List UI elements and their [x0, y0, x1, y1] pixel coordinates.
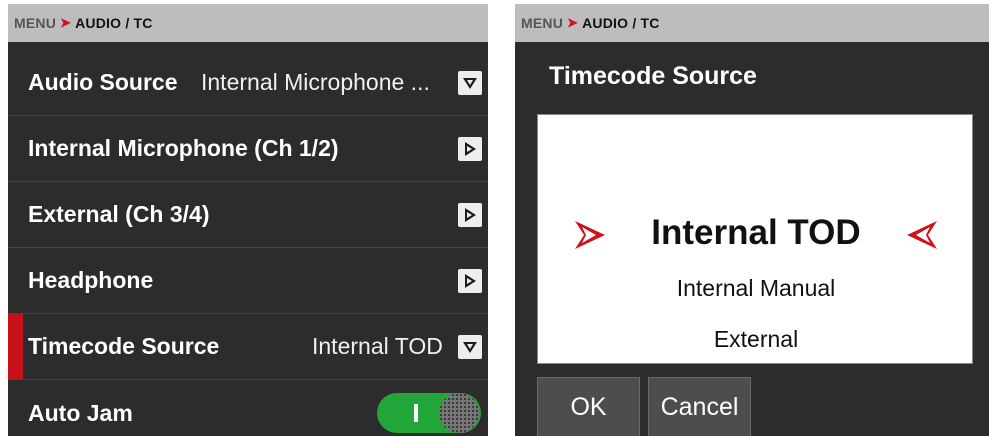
timecode-source-dialog-panel: MENU ➤ AUDIO / TC Timecode Source Intern… — [515, 4, 989, 436]
breadcrumb-menu[interactable]: MENU — [521, 15, 563, 31]
menu-row-label: Audio Source — [28, 69, 178, 95]
option-list[interactable]: Internal TOD Internal Manual External — [537, 114, 973, 364]
option-external[interactable]: External — [538, 326, 974, 353]
menu-row-label: Auto Jam — [28, 399, 133, 426]
dropdown-icon[interactable] — [458, 334, 482, 359]
menu-row-timecode-source[interactable]: Timecode Source Internal TOD — [8, 314, 488, 380]
breadcrumb-menu[interactable]: MENU — [14, 15, 56, 31]
dialog-title: Timecode Source — [549, 62, 757, 90]
menu-row-audio-source[interactable]: Audio Source Internal Microphone ... — [8, 50, 488, 116]
dropdown-icon[interactable] — [458, 70, 482, 95]
toggle-on-mark-icon — [414, 404, 418, 422]
menu-row-headphone[interactable]: Headphone — [8, 248, 488, 314]
menu-row-label: Headphone — [28, 267, 154, 293]
chevron-right-icon[interactable] — [458, 202, 482, 227]
selection-indicator — [8, 314, 23, 380]
breadcrumb: MENU ➤ AUDIO / TC — [8, 4, 488, 42]
ok-button[interactable]: OK — [537, 377, 640, 436]
menu-row-label: Internal Microphone (Ch 1/2) — [28, 135, 339, 161]
cancel-button[interactable]: Cancel — [648, 377, 751, 436]
breadcrumb-separator-icon: ➤ — [567, 15, 579, 30]
chevron-right-icon[interactable] — [458, 136, 482, 161]
menu-row-value: Internal Microphone ... — [201, 69, 430, 95]
menu-row-value: Internal TOD — [312, 333, 443, 359]
menu-row-label: External (Ch 3/4) — [28, 201, 210, 227]
chevron-right-icon[interactable] — [458, 268, 482, 293]
menu-row-external[interactable]: External (Ch 3/4) — [8, 182, 488, 248]
menu-row-auto-jam: Auto Jam — [8, 380, 488, 436]
auto-jam-toggle[interactable] — [377, 393, 481, 433]
menu-row-label: Timecode Source — [28, 333, 220, 359]
breadcrumb: MENU ➤ AUDIO / TC — [515, 4, 989, 42]
selection-arrow-right-icon — [907, 221, 937, 249]
breadcrumb-separator-icon: ➤ — [60, 15, 72, 30]
breadcrumb-section: AUDIO / TC — [582, 15, 660, 31]
menu-row-internal-microphone[interactable]: Internal Microphone (Ch 1/2) — [8, 116, 488, 182]
option-internal-manual[interactable]: Internal Manual — [538, 275, 974, 302]
breadcrumb-section: AUDIO / TC — [75, 15, 153, 31]
toggle-knob[interactable] — [439, 393, 479, 433]
audio-tc-menu-panel: MENU ➤ AUDIO / TC Audio Source Internal … — [8, 4, 488, 436]
